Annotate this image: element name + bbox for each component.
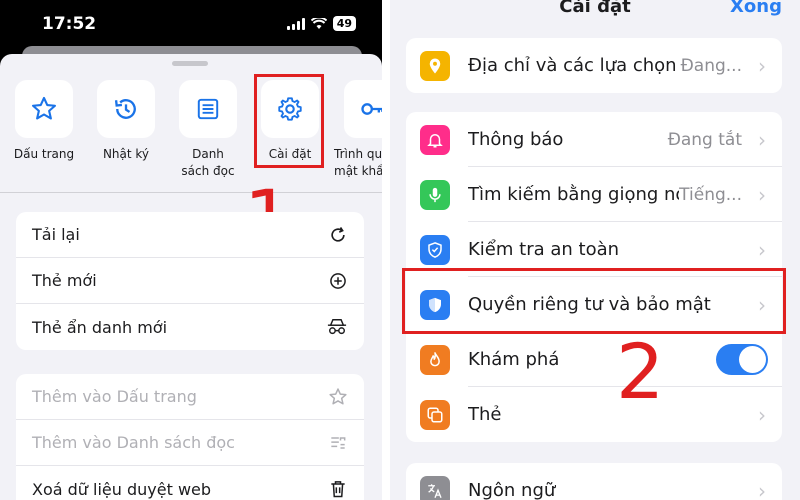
settings-row-label: Ngôn ngữ [468, 480, 556, 500]
star-icon [31, 96, 57, 120]
chevron-right-icon: › [758, 237, 766, 262]
menu-item-label: Tải lại [32, 225, 80, 244]
battery-icon: 49 [332, 16, 356, 31]
chevron-right-icon: › [758, 478, 766, 500]
shortcut-label: Nhật ký [102, 147, 150, 161]
menu-item-clear-browsing-data[interactable]: Xoá dữ liệu duyệt web [16, 466, 364, 500]
menu-item-label: Xoá dữ liệu duyệt web [32, 479, 212, 499]
settings-row-value: Tiếng... [679, 184, 742, 205]
settings-row-label: Thẻ [468, 404, 502, 425]
settings-row-label: Địa chỉ và các lựa chọn khác [468, 55, 681, 76]
settings-row-voice-search[interactable]: Tìm kiếm bằng giọng nói Tiếng... › [406, 167, 782, 222]
menu-group-secondary: Thêm vào Dấu trang Thêm vào Danh sách đọ… [16, 374, 364, 500]
highlight-box-privacy [402, 268, 786, 334]
flame-icon [420, 344, 450, 375]
tabs-icon [420, 399, 450, 430]
menu-group-main: Tải lại Thẻ mới Thẻ ẩn danh mới [16, 212, 364, 350]
status-icons: 49 [286, 16, 356, 31]
chevron-right-icon: › [758, 182, 766, 207]
reload-icon [331, 226, 345, 242]
highlight-box-settings [254, 74, 324, 168]
left-phone-screen: 17:52 49 Dấu trang Nhật ký Danh sách đọc [0, 0, 382, 500]
menu-item-label: Thẻ mới [32, 271, 97, 290]
shortcut-reading-list[interactable]: Danh sách đọc [168, 80, 248, 180]
microphone-icon [420, 179, 450, 210]
location-pin-icon [420, 50, 450, 81]
menu-item-new-tab[interactable]: Thẻ mới [16, 258, 364, 304]
settings-header: Cài đặt Xong [390, 0, 800, 28]
bell-icon [420, 124, 450, 155]
shortcut-row: Dấu trang Nhật ký Danh sách đọc Cài đặt … [0, 80, 382, 190]
menu-item-new-incognito-tab[interactable]: Thẻ ẩn danh mới [16, 304, 364, 350]
step-number-2: 2 [616, 327, 665, 416]
settings-row-value: Đang... [680, 55, 742, 76]
settings-group-top: Địa chỉ và các lựa chọn khác Đang... › [406, 38, 782, 93]
status-time: 17:52 [42, 14, 97, 34]
star-icon [329, 387, 347, 404]
settings-row-tabs[interactable]: Thẻ › [406, 387, 782, 442]
menu-item-label: Thêm vào Danh sách đọc [32, 433, 235, 452]
plus-circle-icon [330, 272, 346, 289]
settings-row-notifications[interactable]: Thông báo Đang tắt › [406, 112, 782, 167]
panel-divider [382, 0, 390, 500]
settings-row-label: Thông báo [468, 129, 564, 150]
key-icon [361, 103, 382, 115]
settings-row-addresses[interactable]: Địa chỉ và các lựa chọn khác Đang... › [406, 38, 782, 93]
shield-check-icon [420, 234, 450, 265]
history-icon [114, 99, 136, 119]
wifi-icon [310, 17, 327, 29]
settings-row-value: Đang tắt [667, 129, 742, 150]
shortcut-label: Dấu trang [13, 147, 75, 161]
settings-row-label: Khám phá [468, 349, 560, 370]
discover-toggle[interactable] [716, 344, 768, 375]
chevron-right-icon: › [758, 53, 766, 78]
settings-row-label: Tìm kiếm bằng giọng nói [468, 184, 680, 205]
done-button[interactable]: Xong [730, 0, 782, 17]
menu-item-label: Thẻ ẩn danh mới [32, 317, 168, 337]
shortcut-history[interactable]: Nhật ký [86, 80, 166, 163]
settings-row-label: Kiểm tra an toàn [468, 239, 620, 260]
menu-item-add-bookmark[interactable]: Thêm vào Dấu trang [16, 374, 364, 420]
translate-icon [420, 475, 450, 500]
reading-list-icon [197, 98, 219, 120]
chevron-right-icon: › [758, 402, 766, 427]
reading-list-add-icon [331, 436, 346, 449]
settings-row-discover[interactable]: Khám phá [406, 332, 782, 387]
menu-item-label: Thêm vào Dấu trang [32, 387, 197, 406]
shortcut-password-manager[interactable]: Trình quản lý mật khẩu [332, 80, 382, 180]
signal-icon [286, 17, 305, 30]
trash-icon [331, 481, 345, 498]
shortcut-label: Danh sách đọc [181, 147, 235, 178]
right-phone-screen: Cài đặt Xong Địa chỉ và các lựa chọn khá… [390, 0, 800, 500]
shortcut-label: Trình quản lý mật khẩu [334, 147, 382, 178]
menu-item-add-reading-list[interactable]: Thêm vào Danh sách đọc [16, 420, 364, 466]
status-bar: 17:52 49 [0, 0, 382, 46]
settings-group-language: Ngôn ngữ › [406, 463, 782, 500]
sheet-grabber[interactable] [172, 61, 208, 66]
incognito-icon [327, 319, 347, 335]
settings-row-languages[interactable]: Ngôn ngữ › [406, 463, 782, 500]
shortcut-bookmarks[interactable]: Dấu trang [4, 80, 84, 163]
chevron-right-icon: › [758, 127, 766, 152]
divider-line [0, 192, 382, 193]
menu-item-reload[interactable]: Tải lại [16, 212, 364, 258]
toggle-knob [739, 346, 766, 373]
